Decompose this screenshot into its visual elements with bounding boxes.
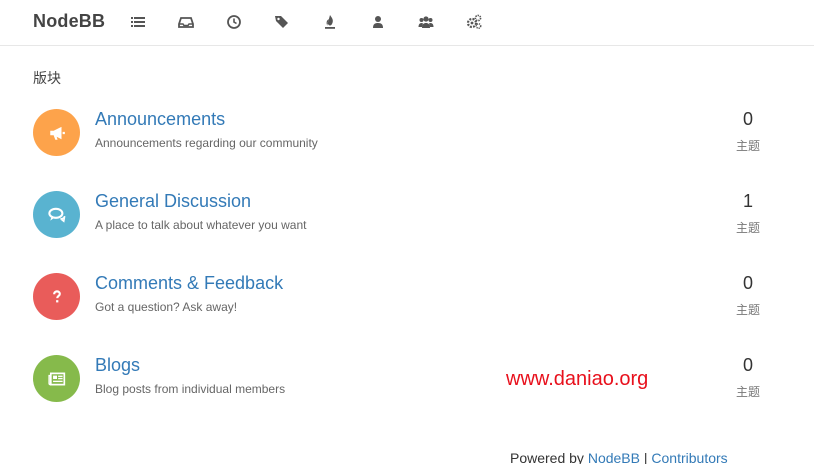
category-title[interactable]: Comments & Feedback: [95, 273, 283, 294]
list-icon[interactable]: [128, 12, 148, 32]
category-announcements: Announcements Announcements regarding ou…: [33, 109, 773, 169]
category-general-discussion: General Discussion A place to talk about…: [33, 191, 773, 251]
inbox-icon[interactable]: [176, 12, 196, 32]
category-description: Announcements regarding our community: [95, 136, 318, 150]
topic-count-label: 主题: [735, 303, 760, 317]
topic-count: 1: [742, 191, 753, 211]
clock-icon[interactable]: [224, 12, 244, 32]
category-comments-feedback: Comments & Feedback Got a question? Ask …: [33, 273, 773, 333]
topic-count: 0: [742, 109, 753, 129]
watermark: www.daniao.org: [506, 368, 649, 390]
nodebb-link[interactable]: NodeBB: [588, 450, 640, 464]
footer-separator: |: [639, 450, 652, 464]
topic-count-label: 主题: [735, 385, 760, 399]
fire-icon[interactable]: [320, 12, 340, 32]
tags-icon[interactable]: [272, 12, 292, 32]
footer-prefix: Powered by: [510, 450, 588, 464]
bullhorn-icon[interactable]: [33, 109, 80, 156]
user-icon[interactable]: [368, 12, 388, 32]
category-description: Blog posts from individual members: [95, 382, 286, 396]
category-title[interactable]: Blogs: [95, 355, 140, 376]
topic-count-label: 主题: [735, 139, 760, 153]
category-description: A place to talk about whatever you want: [95, 218, 307, 232]
comments-icon[interactable]: [33, 191, 80, 238]
category-title[interactable]: General Discussion: [95, 191, 251, 212]
topic-count: 0: [742, 273, 753, 293]
contributors-link[interactable]: Contributors: [651, 450, 727, 464]
category-blogs: Blogs Blog posts from individual members…: [33, 355, 773, 415]
topic-count: 0: [742, 355, 753, 375]
newspaper-icon[interactable]: [33, 355, 80, 402]
question-icon[interactable]: [33, 273, 80, 320]
category-title[interactable]: Announcements: [95, 109, 225, 130]
category-description: Got a question? Ask away!: [95, 300, 238, 314]
brand-logo[interactable]: NodeBB: [33, 11, 105, 32]
topic-count-label: 主题: [735, 221, 760, 235]
breadcrumb: 版块: [33, 71, 61, 87]
cogs-icon[interactable]: [464, 12, 484, 32]
footer: Powered by NodeBB | Contributors: [510, 450, 728, 464]
users-icon[interactable]: [416, 12, 436, 32]
navbar: NodeBB: [0, 0, 814, 46]
